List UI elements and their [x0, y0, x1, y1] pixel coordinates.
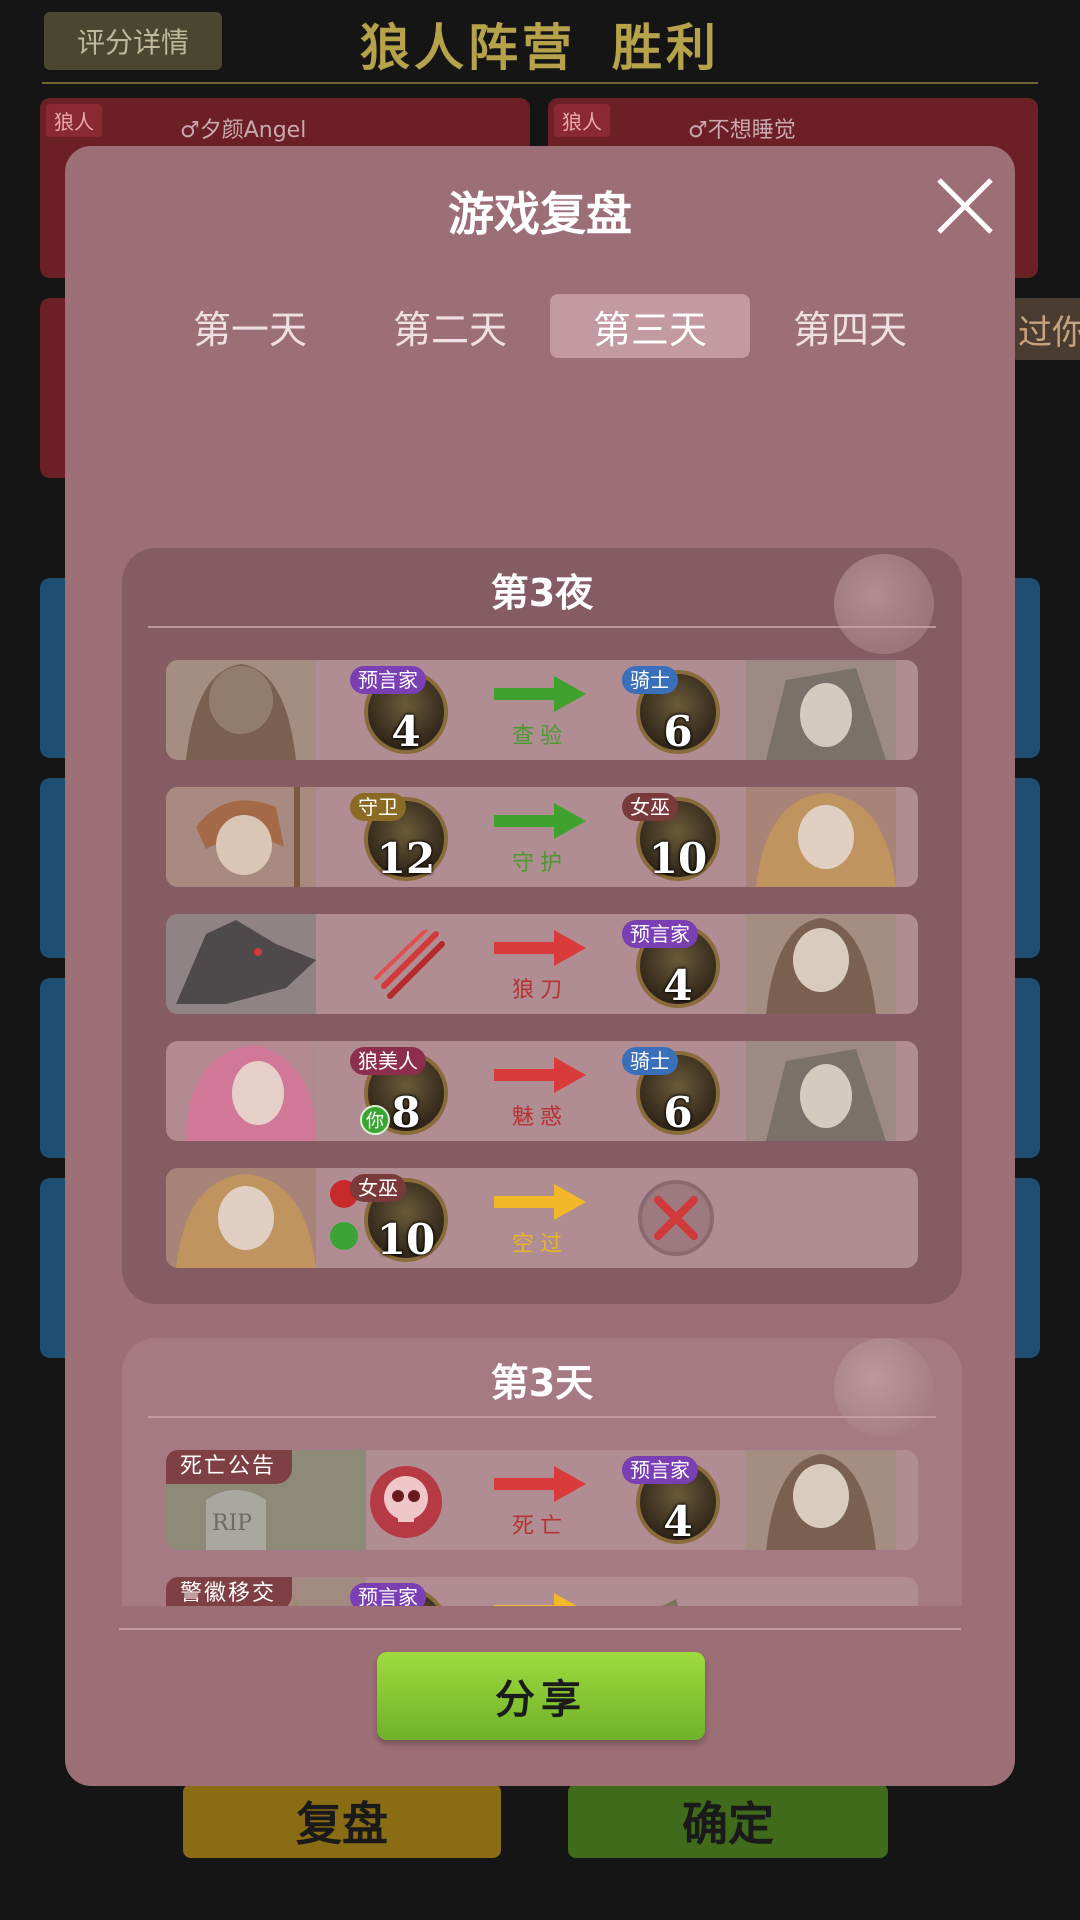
arrow-icon — [494, 930, 586, 966]
wolf-beauty-portrait — [166, 1041, 316, 1141]
seat-number: 4 — [663, 961, 693, 1010]
knight-portrait — [746, 1041, 896, 1141]
witch-portrait — [746, 787, 896, 887]
witch-portrait — [166, 1168, 316, 1268]
action-row: 警徽移交 4 预言家 撕掉 — [166, 1577, 918, 1606]
cross-circle-icon — [638, 1180, 714, 1256]
tab-day-2[interactable]: 第二天 — [350, 294, 550, 358]
seer-portrait — [166, 660, 316, 760]
section-divider — [148, 1416, 936, 1418]
svg-text:RIP: RIP — [212, 1511, 252, 1536]
role-badge: 预言家 — [350, 666, 426, 694]
knight-portrait — [746, 660, 896, 760]
replay-modal: 游戏复盘 第一天 第二天 第三天 第四天 第3夜 4 预言家 查验 6 骑士 1… — [65, 146, 1015, 1786]
action-label: 查验 — [511, 724, 568, 749]
footer-divider — [119, 1628, 961, 1630]
poison-potion-icon — [330, 1222, 358, 1250]
seat-number: 12 — [376, 834, 436, 883]
confirm-button[interactable]: 确定 — [568, 1784, 888, 1858]
arrow-icon — [494, 1184, 586, 1220]
role-badge: 女巫 — [622, 793, 678, 821]
share-button[interactable]: 分享 — [377, 1652, 705, 1740]
role-badge: 女巫 — [350, 1174, 406, 1202]
day-section: 第3天 RIP 死亡公告 死亡 4 预言家 警徽移交 4 预言家 撕掉 — [122, 1338, 962, 1606]
arrow-icon — [494, 1057, 586, 1093]
notice-tag: 警徽移交 — [166, 1577, 293, 1606]
action-label: 狼刀 — [511, 978, 568, 1003]
action-row: 10 女巫 空过 — [166, 1168, 918, 1268]
skull-icon — [370, 1466, 442, 1538]
seat-number: 4 — [391, 707, 421, 756]
replay-scroll-area[interactable]: 第3夜 4 预言家 查验 6 骑士 12 守卫 守护 10 女巫 狼刀 4 预言… — [65, 400, 1015, 1606]
tab-day-3[interactable]: 第三天 — [550, 294, 750, 358]
player-name: ♂不想睡觉 — [688, 118, 796, 143]
action-label: 空过 — [511, 1232, 568, 1257]
tab-day-4[interactable]: 第四天 — [750, 294, 950, 358]
result-title: 狼人阵营 胜利 — [300, 8, 780, 80]
day-tabs: 第一天 第二天 第三天 第四天 — [150, 294, 950, 358]
player-role-tag: 狼人 — [46, 104, 102, 137]
score-details-button[interactable]: 评分详情 — [44, 12, 222, 70]
notice-tag: 死亡公告 — [166, 1450, 293, 1484]
arrow-icon — [494, 803, 586, 839]
action-row: 8 狼美人 你 魅惑 6 骑士 — [166, 1041, 918, 1141]
player-name: ♂夕颜Angel — [180, 118, 307, 143]
role-badge: 骑士 — [622, 1047, 678, 1075]
player-role-tag: 狼人 — [554, 104, 610, 137]
action-row: 狼刀 4 预言家 — [166, 914, 918, 1014]
night-section: 第3夜 4 预言家 查验 6 骑士 12 守卫 守护 10 女巫 狼刀 4 预言… — [122, 548, 962, 1304]
role-badge: 预言家 — [622, 920, 698, 948]
seat-number: 10 — [648, 834, 708, 883]
action-row: 12 守卫 守护 10 女巫 — [166, 787, 918, 887]
section-divider — [148, 626, 936, 628]
role-badge: 狼美人 — [350, 1047, 426, 1075]
arrow-icon — [494, 1466, 586, 1502]
role-badge: 守卫 — [350, 793, 406, 821]
section-title: 第3天 — [490, 1361, 594, 1405]
action-label: 守护 — [511, 851, 568, 876]
close-icon[interactable] — [933, 174, 997, 238]
role-badge: 预言家 — [622, 1456, 698, 1484]
seer-portrait — [746, 1450, 896, 1550]
side-hint-pill: 过你 — [1010, 298, 1080, 360]
seer-portrait — [746, 914, 896, 1014]
seat-number: 6 — [663, 1088, 693, 1137]
tab-day-1[interactable]: 第一天 — [150, 294, 350, 358]
action-label: 死亡 — [511, 1514, 568, 1539]
replay-button[interactable]: 复盘 — [183, 1784, 501, 1858]
claw-marks-icon — [374, 930, 445, 999]
header-divider — [42, 82, 1038, 84]
arrow-icon — [494, 1593, 578, 1606]
section-title: 第3夜 — [490, 571, 594, 615]
seat-number: 10 — [376, 1215, 436, 1264]
action-row: 4 预言家 查验 6 骑士 — [166, 660, 918, 760]
result-outcome: 胜利 — [612, 19, 720, 77]
result-header: 评分详情 狼人阵营 胜利 — [0, 0, 1080, 86]
role-badge: 骑士 — [622, 666, 678, 694]
guard-portrait — [166, 787, 316, 887]
action-row: RIP 死亡公告 死亡 4 预言家 — [166, 1450, 918, 1550]
werewolf-portrait — [166, 914, 316, 1014]
modal-title: 游戏复盘 — [448, 187, 632, 241]
role-badge: 预言家 — [350, 1583, 426, 1606]
you-badge: 你 — [360, 1105, 390, 1135]
arrow-icon — [494, 676, 586, 712]
seat-number: 4 — [663, 1497, 693, 1546]
result-camp: 狼人阵营 — [360, 19, 576, 77]
seat-number: 6 — [663, 707, 693, 756]
torn-badge-icon — [662, 1599, 679, 1606]
action-label: 魅惑 — [511, 1105, 568, 1130]
